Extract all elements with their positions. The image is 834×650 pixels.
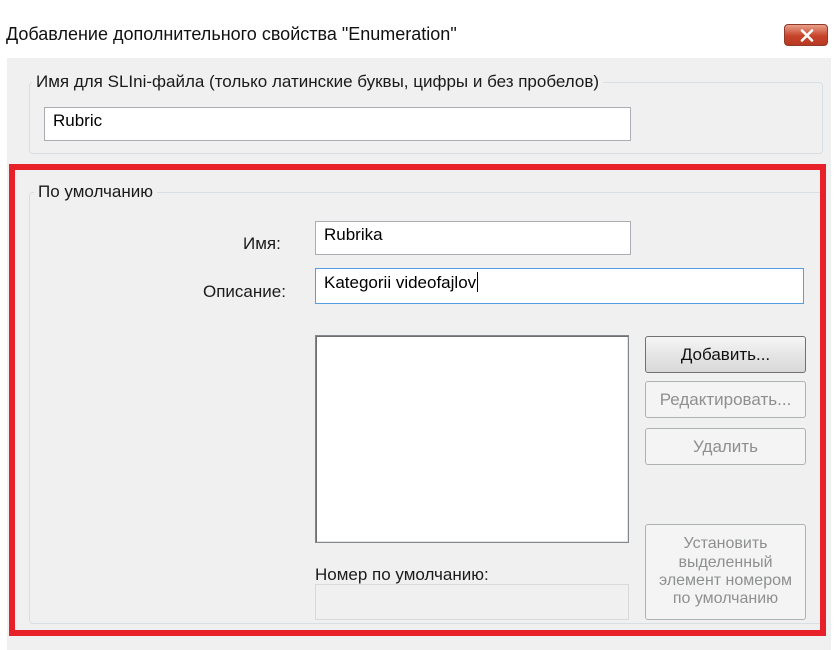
close-button[interactable] (784, 24, 828, 46)
enumeration-listbox[interactable] (315, 335, 629, 543)
delete-button[interactable]: Удалить (645, 428, 806, 465)
add-button[interactable]: Добавить... (645, 336, 806, 373)
description-input-text: Kategorii videofajlov (324, 273, 477, 292)
close-x-icon (800, 29, 814, 42)
description-input[interactable]: Kategorii videofajlov (315, 268, 804, 304)
ini-name-group-label: Имя для SLIni-файла (только латинские бу… (32, 72, 604, 92)
window-title: Добавление дополнительного свойства "Enu… (6, 24, 457, 44)
default-number-label: Номер по умолчанию: (315, 565, 489, 584)
description-label: Описание: (203, 282, 286, 301)
text-caret (477, 272, 479, 292)
default-group-label: По умолчанию (34, 182, 157, 202)
edit-button[interactable]: Редактировать... (645, 381, 806, 418)
title-bar: Добавление дополнительного свойства "Enu… (0, 0, 834, 58)
name-label: Имя: (243, 234, 281, 253)
default-number-input[interactable] (315, 584, 629, 620)
set-default-button[interactable]: Установить выделенный элемент номером по… (645, 524, 806, 620)
name-input[interactable]: Rubrika (315, 221, 631, 255)
ini-name-input[interactable]: Rubric (44, 107, 631, 141)
